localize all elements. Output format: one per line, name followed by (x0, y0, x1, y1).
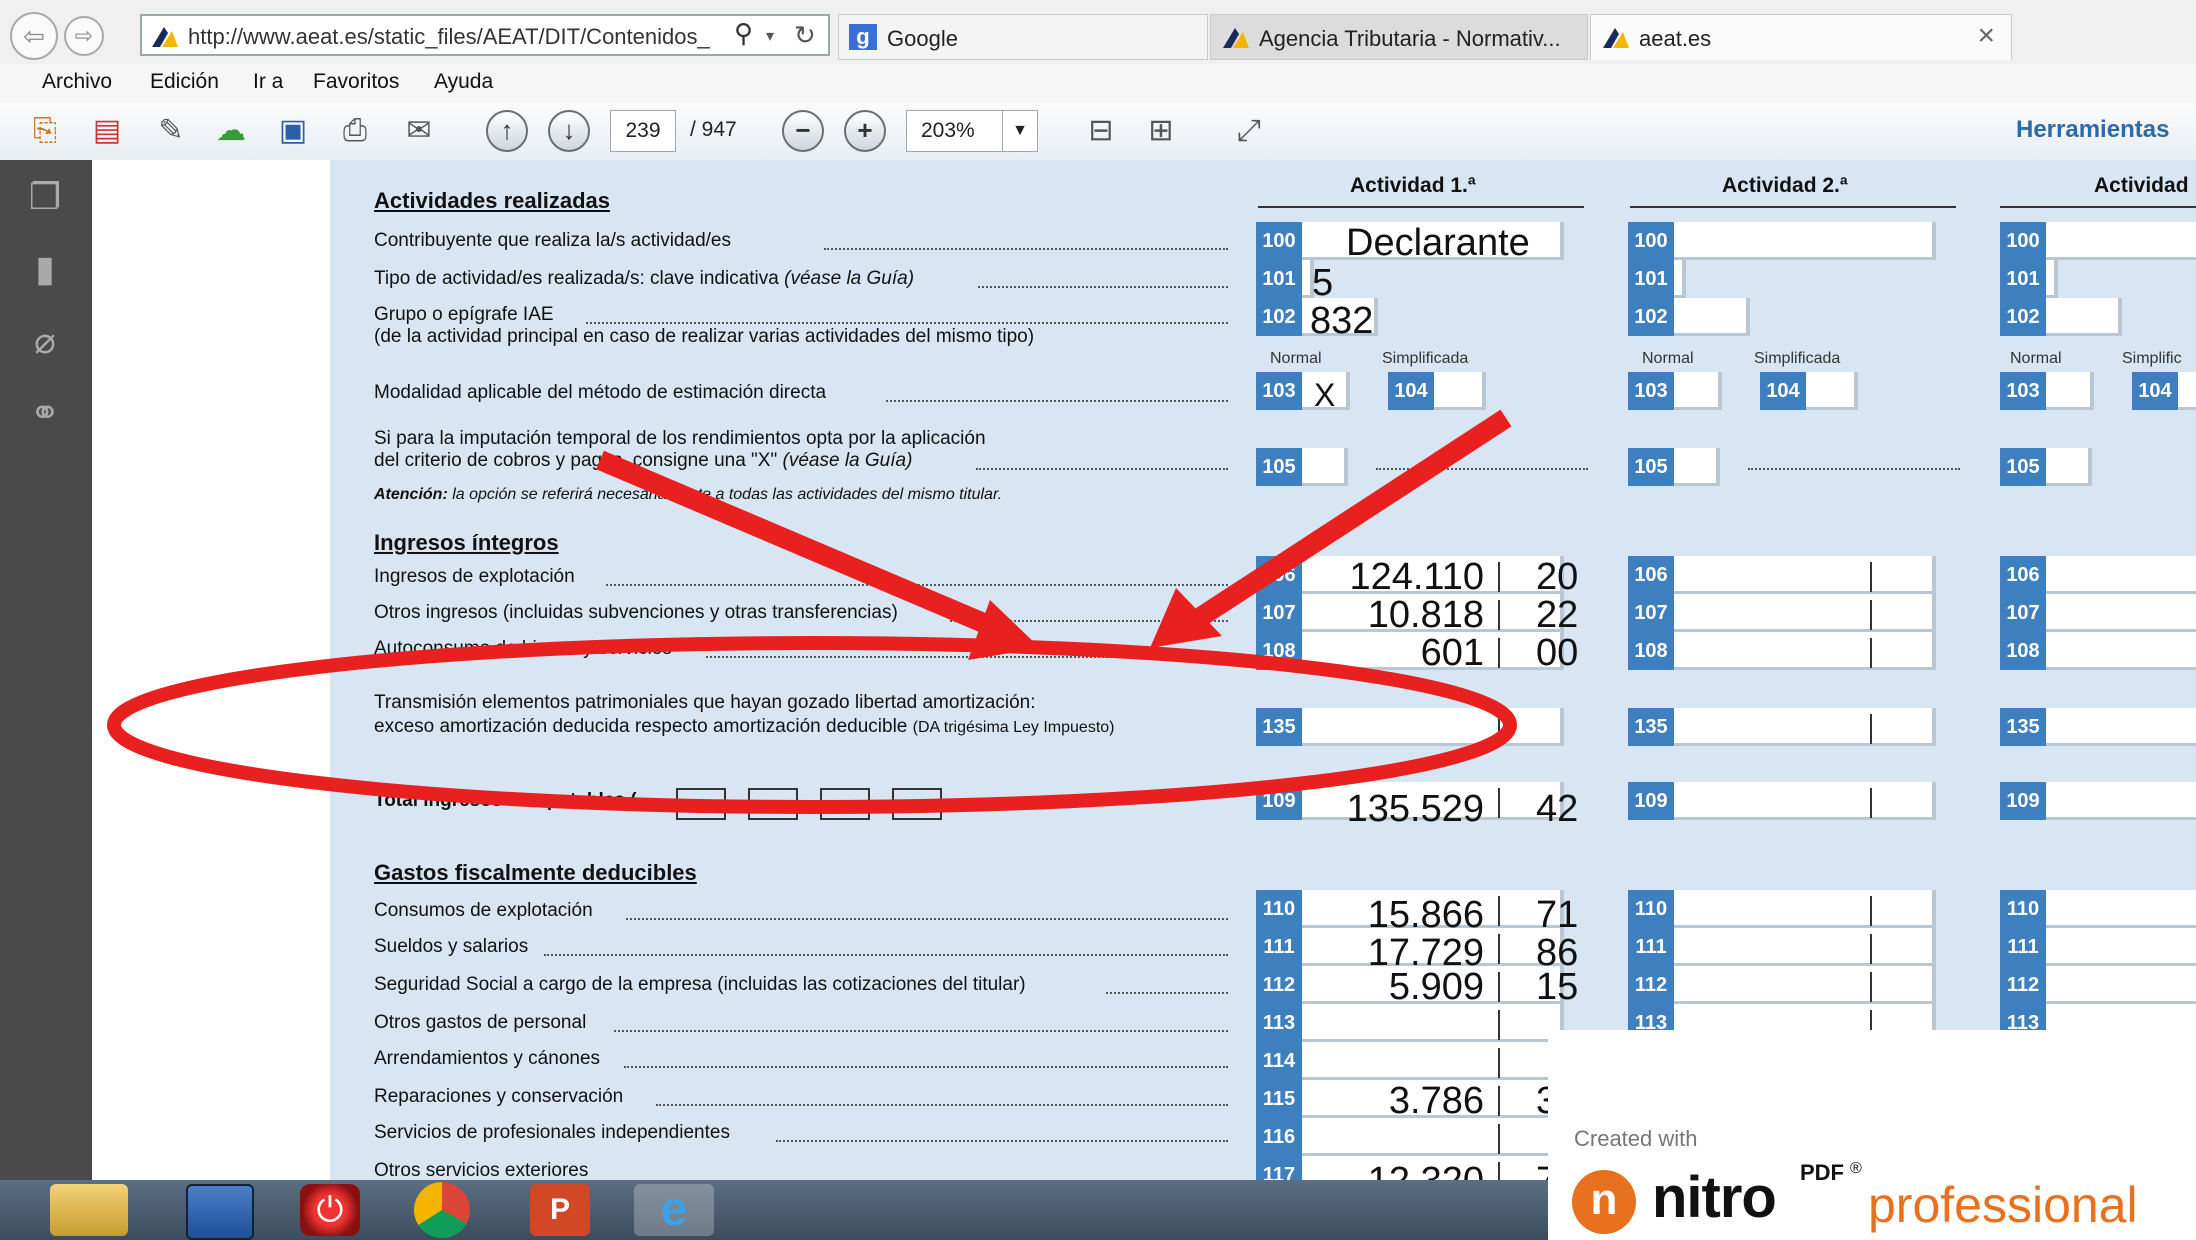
chrome-icon[interactable] (414, 1182, 470, 1238)
internet-explorer-icon[interactable]: e (634, 1184, 714, 1236)
nitro-watermark: Created with n nitro PDF ® professional (1548, 1030, 2196, 1240)
watermark-edition: professional (1868, 1177, 2138, 1233)
power-icon[interactable]: ⏻ (300, 1184, 360, 1236)
watermark-sup: PDF (1800, 1160, 1844, 1185)
watermark-created: Created with (1574, 1126, 1698, 1151)
watermark-brand: nitro (1652, 1165, 1777, 1230)
remote-desktop-icon[interactable] (186, 1184, 254, 1240)
nitro-logo-icon: n (1572, 1170, 1636, 1234)
powerpoint-icon[interactable]: P (530, 1184, 590, 1236)
arrow-right-shaft (1190, 409, 1512, 629)
highlight-ellipse (107, 636, 1517, 814)
file-explorer-icon[interactable] (50, 1184, 128, 1236)
arrow-left-shaft (596, 450, 1004, 640)
watermark-reg: ® (1850, 1160, 1862, 1177)
